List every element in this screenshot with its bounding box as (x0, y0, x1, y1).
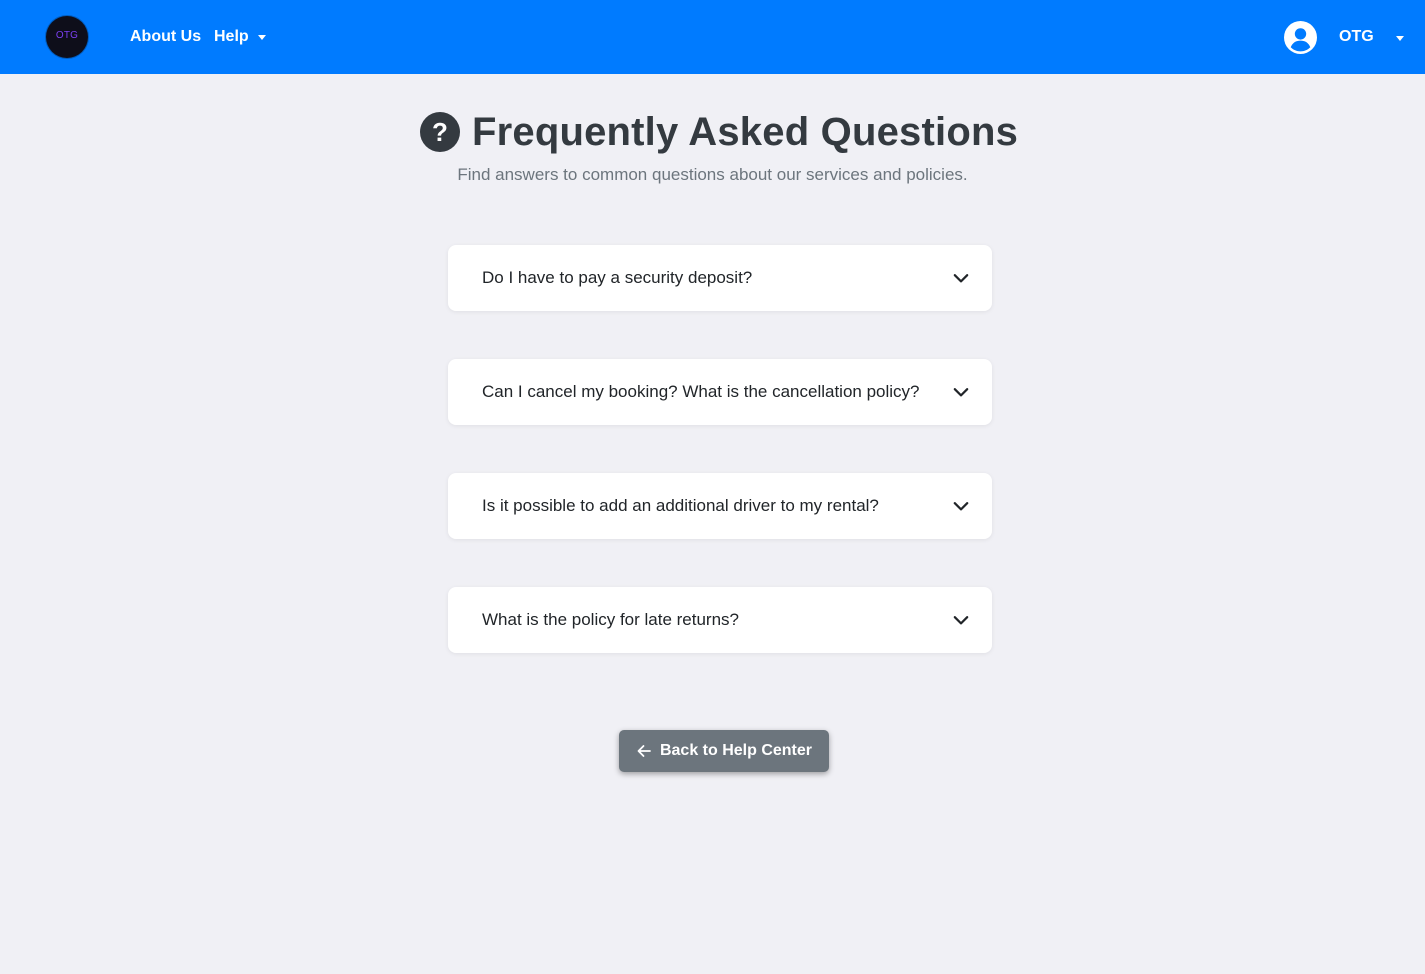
title-row: ? Frequently Asked Questions (419, 104, 1019, 160)
arrow-left-icon (637, 745, 651, 757)
faq-question: Do I have to pay a security deposit? (482, 268, 753, 287)
faq-item[interactable]: Can I cancel my booking? What is the can… (448, 359, 992, 425)
faq-accordion: Do I have to pay a security deposit? Can… (448, 245, 992, 701)
user-caret-down-icon[interactable] (1396, 36, 1404, 41)
page-subtitle: Find answers to common questions about o… (457, 165, 968, 184)
caret-down-icon (257, 35, 266, 40)
nav-help-dropdown[interactable]: Help (214, 27, 266, 47)
page-title: Frequently Asked Questions (471, 110, 1019, 154)
brand-logo[interactable]: OTG (46, 16, 88, 58)
page-header: ? Frequently Asked Questions Find answer… (0, 104, 1425, 187)
chevron-down-icon (953, 502, 969, 511)
faq-item[interactable]: Do I have to pay a security deposit? (448, 245, 992, 311)
faq-item[interactable]: Is it possible to add an additional driv… (448, 473, 992, 539)
top-navbar: OTG About Us Help OTG (0, 0, 1425, 74)
faq-question: Is it possible to add an additional driv… (482, 496, 879, 515)
chevron-down-icon (953, 274, 969, 283)
back-button-label: Back to Help Center (659, 742, 813, 759)
chevron-down-icon (953, 616, 969, 625)
nav-help-label: Help (214, 28, 249, 45)
question-circle-icon: ? (419, 112, 460, 152)
faq-item[interactable]: What is the policy for late returns? (448, 587, 992, 653)
faq-question: Can I cancel my booking? What is the can… (482, 382, 920, 401)
back-to-help-center-button[interactable]: Back to Help Center (619, 730, 829, 772)
user-menu-dropdown[interactable]: OTG (1284, 20, 1374, 54)
user-circle-icon (1284, 20, 1317, 54)
nav-about-us-link[interactable]: About Us (130, 27, 201, 47)
chevron-down-icon (953, 388, 969, 397)
user-name: OTG (1339, 28, 1374, 45)
faq-question: What is the policy for late returns? (482, 610, 740, 629)
brand-logo-text: OTG (55, 30, 79, 41)
